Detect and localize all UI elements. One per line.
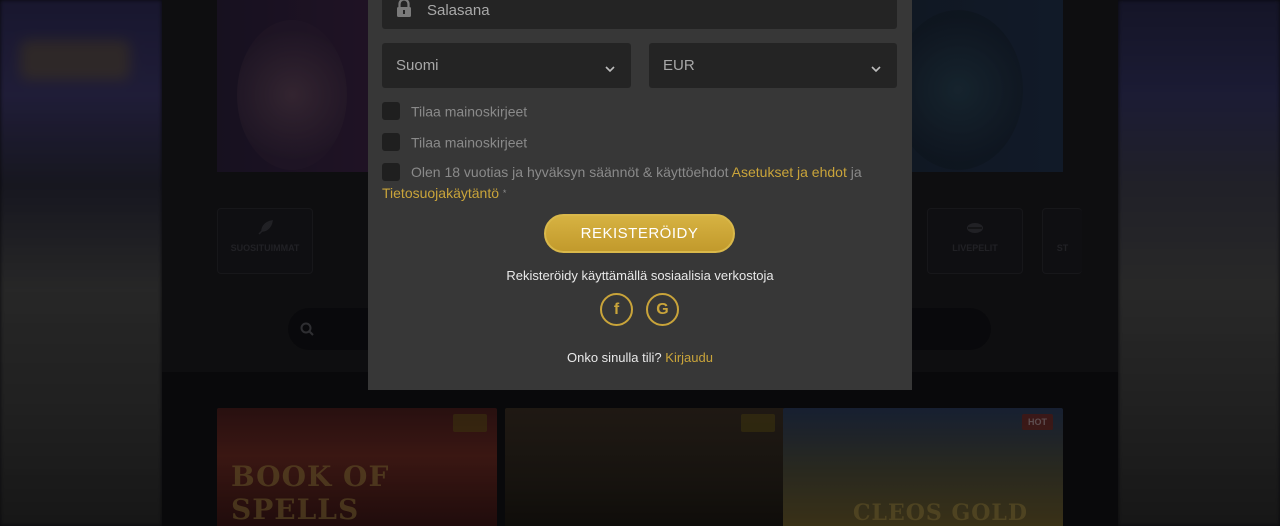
social-register-label: Rekisteröidy käyttämällä sosiaalisia ver… (506, 268, 774, 283)
chevron-down-icon (605, 61, 615, 73)
registration-modal: Suomi EUR Tilaa mainoskirjeet Tilaa main… (368, 0, 912, 390)
google-login-button[interactable]: G (646, 293, 679, 326)
privacy-link[interactable]: Tietosuojakäytäntö (382, 185, 499, 201)
terms-link[interactable]: Asetukset ja ehdot (732, 164, 847, 180)
currency-select[interactable]: EUR (649, 43, 897, 88)
required-mark: * (502, 188, 507, 198)
newsletter-checkbox[interactable] (382, 133, 400, 152)
terms-checkbox[interactable] (382, 163, 400, 182)
login-link[interactable]: Kirjaudu (665, 350, 713, 365)
login-prompt: Onko sinulla tili? Kirjaudu (368, 350, 912, 365)
google-icon: G (656, 301, 669, 318)
checkbox-label: Tilaa mainoskirjeet (411, 134, 528, 151)
password-field[interactable] (382, 0, 897, 29)
language-value: Suomi (396, 57, 439, 74)
login-prompt-text: Onko sinulla tili? (567, 350, 662, 365)
terms-joiner: ja (850, 164, 862, 180)
terms-consent: Olen 18 vuotias ja hyväksyn säännöt & kä… (382, 162, 892, 204)
password-input[interactable] (427, 0, 867, 20)
facebook-login-button[interactable]: f (600, 293, 633, 326)
checkbox-label: Tilaa mainoskirjeet (411, 103, 528, 120)
currency-value: EUR (663, 57, 695, 74)
facebook-icon: f (613, 301, 620, 318)
chevron-down-icon (871, 61, 881, 73)
lock-icon (396, 0, 412, 18)
register-button[interactable]: REKISTERÖIDY (544, 214, 735, 253)
terms-text: Olen 18 vuotias ja hyväksyn säännöt & kä… (411, 164, 729, 180)
newsletter-option: Tilaa mainoskirjeet (382, 102, 528, 121)
language-select[interactable]: Suomi (382, 43, 631, 88)
newsletter-option: Tilaa mainoskirjeet (382, 133, 528, 152)
newsletter-checkbox[interactable] (382, 102, 400, 121)
